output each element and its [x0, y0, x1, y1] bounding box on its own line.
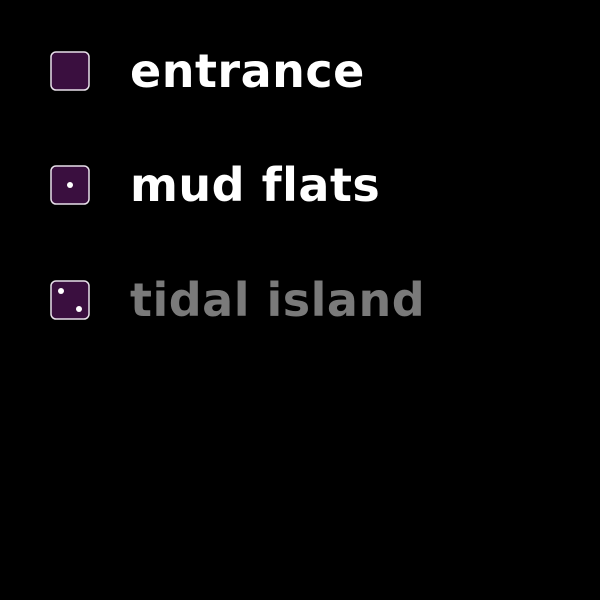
menu-item-label: tidal island: [130, 273, 426, 327]
menu-item-label: mud flats: [130, 158, 381, 212]
location-menu: entrance mud flats tidal island: [0, 0, 600, 600]
menu-item-mud-flats[interactable]: mud flats: [50, 158, 381, 212]
die-face-two-icon: [50, 280, 90, 320]
menu-item-entrance[interactable]: entrance: [50, 44, 365, 98]
menu-item-label: entrance: [130, 44, 365, 98]
menu-item-tidal-island: tidal island: [50, 273, 426, 327]
die-face-blank-icon: [50, 51, 90, 91]
die-face-one-icon: [50, 165, 90, 205]
